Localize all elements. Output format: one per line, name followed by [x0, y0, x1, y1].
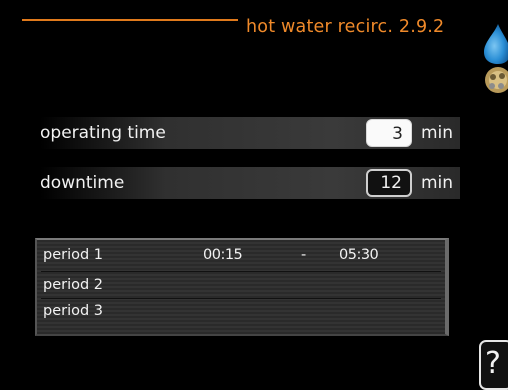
downtime-value[interactable]: 12: [366, 169, 412, 197]
operating-time-row[interactable]: operating time 3 min: [40, 117, 460, 149]
period-start-time: 00:15: [203, 247, 243, 263]
period-row-3[interactable]: period 3: [43, 300, 439, 324]
downtime-unit: min: [421, 173, 454, 193]
period-divider: [41, 271, 441, 272]
period-label: period 3: [43, 303, 104, 319]
period-divider: [41, 298, 441, 299]
downtime-label: downtime: [40, 173, 125, 193]
downtime-row[interactable]: downtime 12 min: [40, 167, 460, 199]
water-drop-icon: [484, 24, 508, 64]
help-button[interactable]: ?: [479, 340, 508, 390]
page-title: hot water recirc. 2.9.2: [246, 17, 445, 37]
period-label: period 1: [43, 247, 104, 263]
operating-time-label: operating time: [40, 123, 166, 143]
header-divider-line: [22, 19, 238, 21]
period-row-2[interactable]: period 2: [43, 274, 439, 298]
period-label: period 2: [43, 277, 104, 293]
period-row-1[interactable]: period 1 00:15 - 05:30: [43, 244, 439, 268]
hot-water-recirc-screen: hot water recirc. 2.9.2 operating time 3…: [0, 0, 508, 390]
heating-icon: [485, 67, 508, 93]
period-end-time: 05:30: [339, 247, 379, 263]
period-table[interactable]: period 1 00:15 - 05:30 period 2 period 3: [35, 238, 453, 338]
operating-time-value[interactable]: 3: [366, 119, 412, 147]
period-dash: -: [301, 247, 307, 263]
operating-time-unit: min: [421, 123, 454, 143]
